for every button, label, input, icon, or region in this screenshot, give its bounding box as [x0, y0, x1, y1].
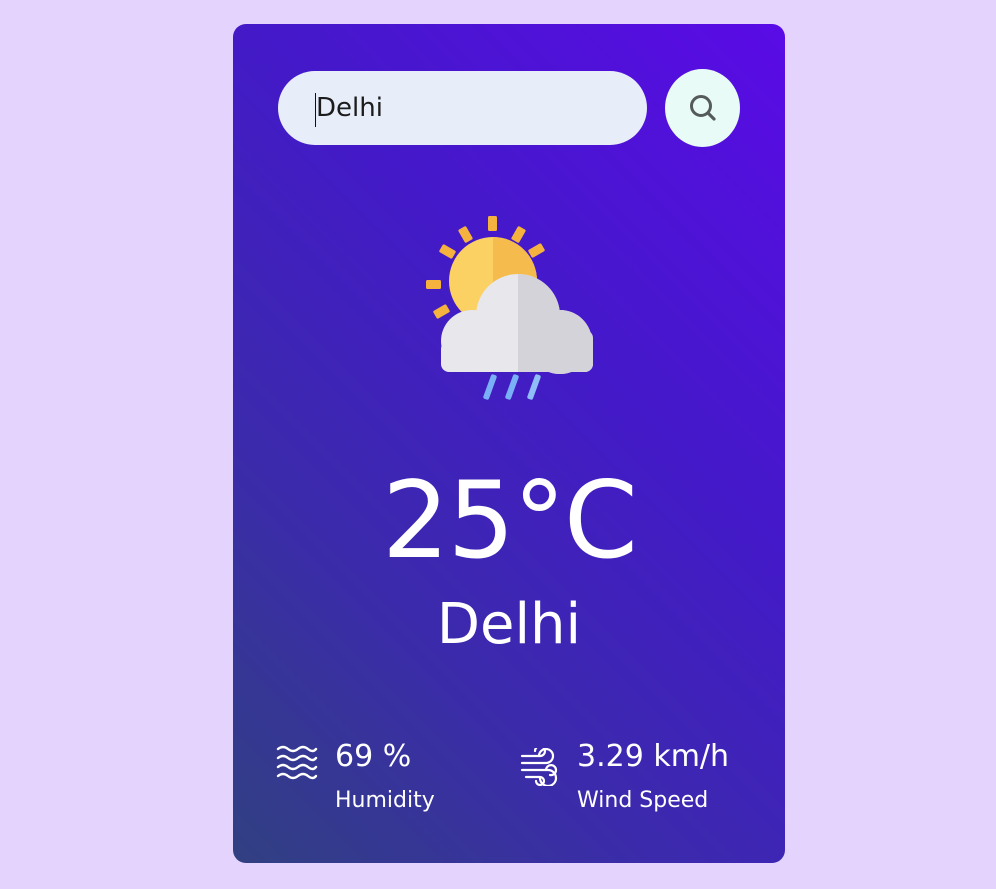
search-input[interactable]: Delhi — [278, 71, 647, 145]
weather-card: Delhi 25°C Delhi 69 % Humidity 3.29 km/h… — [233, 24, 785, 863]
search-button[interactable] — [665, 69, 740, 147]
search-icon — [689, 95, 716, 121]
humidity-label: Humidity — [335, 788, 435, 813]
temperature-value: 25°C — [382, 459, 638, 582]
city-name: Delhi — [436, 592, 582, 657]
sun-cloud-rain-icon — [426, 216, 593, 400]
wind-icon — [520, 748, 558, 786]
wind-speed-label: Wind Speed — [577, 788, 709, 813]
wind-speed-value: 3.29 km/h — [577, 739, 730, 774]
search-input-value: Delhi — [316, 93, 383, 123]
humidity-waves-icon — [276, 745, 318, 780]
text-cursor — [315, 93, 316, 127]
humidity-value: 69 % — [335, 739, 412, 774]
